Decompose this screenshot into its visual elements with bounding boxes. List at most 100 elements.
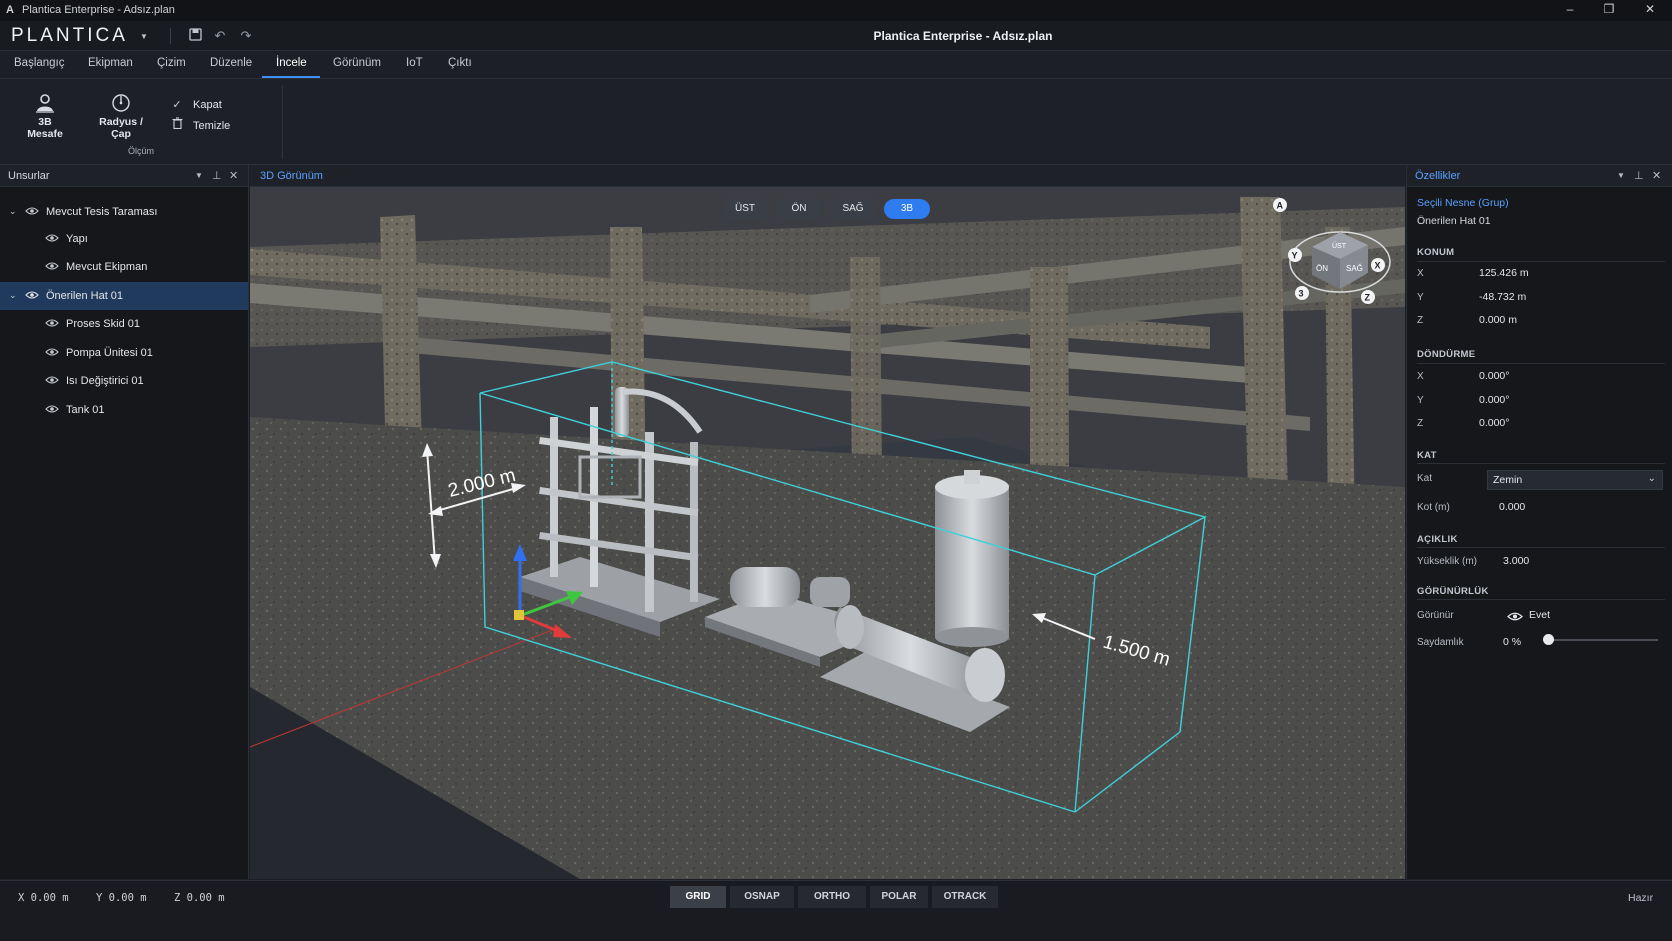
transparency-label: Saydamlık <box>1417 637 1464 648</box>
document-title: Plantica Enterprise - Adsız.plan <box>873 29 1053 43</box>
elevation-value[interactable]: 0.000 <box>1499 501 1525 513</box>
tree-item-process-skid[interactable]: Proses Skid 01 <box>0 310 248 338</box>
eye-icon[interactable] <box>25 206 39 216</box>
3d-viewport[interactable]: 3D Görünüm 2.000 m 1.500 m ÜST ÖN SAĞ A … <box>250 165 1405 879</box>
panel-menu-caret-icon[interactable]: ▼ <box>1617 171 1625 180</box>
eye-icon[interactable] <box>45 404 59 414</box>
tree-item-proposed-line[interactable]: ⌄ Önerilen Hat 01 <box>0 282 248 310</box>
view-3d-button[interactable]: 3B <box>884 199 930 219</box>
close-measure-button[interactable]: ✓ Kapat <box>170 98 222 111</box>
tree-item-label: Mevcut Ekipman <box>66 261 148 273</box>
tree-item-tank[interactable]: Tank 01 <box>0 396 248 424</box>
pin-icon[interactable]: ⊥ <box>212 169 222 182</box>
features-panel: Unsurlar ▼ ⊥ ✕ ⌄ Mevcut Tesis Taraması Y… <box>0 165 249 879</box>
polar-toggle[interactable]: POLAR <box>870 886 928 908</box>
view-right-button[interactable]: SAĞ <box>830 199 876 219</box>
eye-icon[interactable] <box>45 375 59 385</box>
view-front-button[interactable]: ÖN <box>776 199 822 219</box>
clear-measure-button[interactable]: Temizle <box>170 117 230 132</box>
section-divider <box>1417 363 1665 364</box>
position-z-value[interactable]: 0.000 m <box>1479 314 1517 326</box>
properties-panel: Özellikler ▼ ⊥ ✕ Seçili Nesne (Grup) Öne… <box>1406 165 1672 879</box>
floor-label: Kat <box>1417 473 1433 484</box>
floor-select[interactable]: Zemin ⌄ <box>1487 470 1663 490</box>
properties-panel-header: Özellikler ▼ ⊥ ✕ <box>1407 165 1672 187</box>
tree-item-existing-equipment[interactable]: Mevcut Ekipman <box>0 253 248 281</box>
eye-icon[interactable] <box>45 261 59 271</box>
navcube-home-label[interactable]: A <box>1277 201 1284 211</box>
eye-icon[interactable] <box>25 290 39 300</box>
tab-edit[interactable]: Düzenle <box>210 57 252 69</box>
navcube-badge: 3 <box>1299 289 1304 299</box>
chevron-down-icon: ⌄ <box>1647 473 1656 484</box>
tree-item-existing-scan[interactable]: ⌄ Mevcut Tesis Taraması <box>0 198 248 226</box>
close-panel-icon[interactable]: ✕ <box>1652 169 1661 182</box>
tree-item-label: Isı Değiştirici 01 <box>66 375 144 387</box>
app-window: A Plantica Enterprise - Adsız.plan – ❐ ✕… <box>0 0 1672 941</box>
chevron-down-icon[interactable]: ⌄ <box>9 206 17 217</box>
radius-diameter-button[interactable]: Radyus / Çap <box>88 93 154 140</box>
tab-output[interactable]: Çıktı <box>448 57 472 69</box>
ortho-toggle[interactable]: ORTHO <box>798 886 866 908</box>
selection-name: Önerilen Hat 01 <box>1417 215 1491 227</box>
navcube-axis-x[interactable]: X <box>1375 261 1381 271</box>
floor-select-value: Zemin <box>1493 474 1523 486</box>
clearance-height-label: Yükseklik (m) <box>1417 556 1478 567</box>
tank-model[interactable] <box>935 470 1009 647</box>
otrack-toggle[interactable]: OTRACK <box>932 886 998 908</box>
navcube-axis-y[interactable]: Y <box>1292 251 1298 261</box>
panel-menu-caret-icon[interactable]: ▼ <box>195 171 203 180</box>
eye-icon[interactable] <box>1507 611 1523 622</box>
distance-person-icon <box>34 93 56 113</box>
eye-icon[interactable] <box>45 233 59 243</box>
close-window-icon[interactable]: ✕ <box>1635 2 1665 19</box>
3d-scene-canvas[interactable]: 2.000 m 1.500 m ÜST ÖN SAĞ A X Y Z 3 <box>250 187 1405 879</box>
tab-home[interactable]: Başlangıç <box>14 57 65 69</box>
rotation-x-value[interactable]: 0.000° <box>1479 370 1509 382</box>
position-y-label: Y <box>1417 292 1424 303</box>
chevron-down-icon[interactable]: ⌄ <box>9 290 17 301</box>
close-panel-icon[interactable]: ✕ <box>229 169 238 182</box>
pin-icon[interactable]: ⊥ <box>1634 169 1644 182</box>
position-x-value[interactable]: 125.426 m <box>1479 267 1529 279</box>
tree-item-heat-exchanger[interactable]: Isı Değiştirici 01 <box>0 367 248 395</box>
tab-iot[interactable]: IoT <box>406 57 423 69</box>
section-divider <box>1417 463 1665 464</box>
ribbon-group-divider <box>282 85 283 159</box>
close-measure-label: Kapat <box>193 99 222 111</box>
transparency-slider-track[interactable] <box>1548 639 1658 641</box>
position-y-value[interactable]: -48.732 m <box>1479 291 1526 303</box>
section-divider <box>1417 261 1665 262</box>
eye-icon[interactable] <box>45 347 59 357</box>
transparency-slider-thumb[interactable] <box>1542 634 1554 645</box>
navcube-front-label: ÖN <box>1316 264 1328 273</box>
tab-equipment[interactable]: Ekipman <box>88 57 133 69</box>
ribbon-tabs: Başlangıç Ekipman Çizim Düzenle İncele G… <box>0 51 1672 79</box>
rotation-z-value[interactable]: 0.000° <box>1479 417 1509 429</box>
tab-view[interactable]: Görünüm <box>333 57 381 69</box>
navcube-axis-z[interactable]: Z <box>1365 293 1371 303</box>
radius-circle-icon <box>110 93 132 113</box>
osnap-toggle[interactable]: OSNAP <box>730 886 794 908</box>
rotation-y-value[interactable]: 0.000° <box>1479 394 1509 406</box>
grid-toggle[interactable]: GRID <box>670 886 726 908</box>
distance-3d-button[interactable]: 3B Mesafe <box>20 93 70 140</box>
radius-diameter-label: Radyus / Çap <box>99 116 143 140</box>
status-bar: X 0.00 m Y 0.00 m Z 0.00 m GRID OSNAP OR… <box>0 880 1672 941</box>
check-icon: ✓ <box>172 99 182 111</box>
restore-icon[interactable]: ❐ <box>1594 2 1624 19</box>
viewport-title: 3D Görünüm <box>260 170 323 182</box>
visible-value[interactable]: Evet <box>1529 609 1550 621</box>
position-x-label: X <box>1417 268 1424 279</box>
tab-draw[interactable]: Çizim <box>157 57 186 69</box>
clearance-height-value[interactable]: 3.000 <box>1503 555 1529 567</box>
app-icon: A <box>6 4 14 16</box>
view-top-button[interactable]: ÜST <box>722 199 768 219</box>
visible-label: Görünür <box>1417 610 1454 621</box>
tab-review[interactable]: İncele <box>276 57 307 69</box>
tree-item-structure[interactable]: Yapı <box>0 225 248 253</box>
distance-3d-label: 3B Mesafe <box>27 116 63 140</box>
eye-icon[interactable] <box>45 318 59 328</box>
minimize-icon[interactable]: – <box>1555 2 1585 19</box>
tree-item-pump-unit[interactable]: Pompa Ünitesi 01 <box>0 339 248 367</box>
